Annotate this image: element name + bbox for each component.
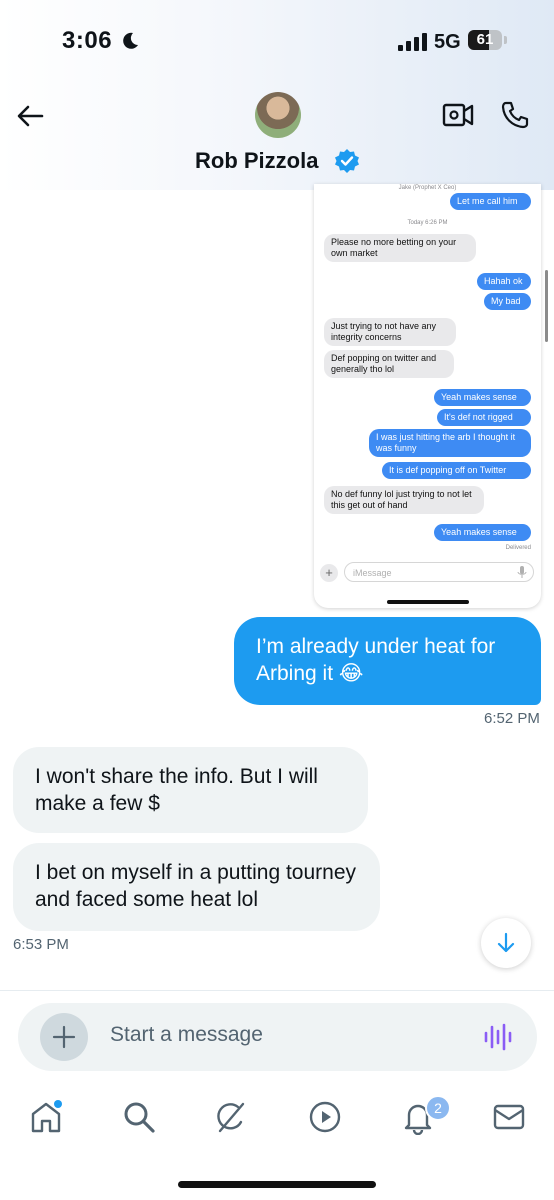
message-input[interactable]: Start a message [110,1023,263,1047]
message-timestamp: 6:52 PM [484,710,540,727]
voice-message-icon[interactable] [483,1023,513,1051]
arrow-down-icon [497,932,515,953]
message-outgoing[interactable]: I’m already under heat for Arbing it 😂 [234,617,541,705]
video-call-icon[interactable] [442,100,474,130]
shot-message-out: My bad [484,293,531,310]
battery-icon: 61 [468,30,508,52]
shot-message-in: No def funny lol just trying to not let … [324,486,484,514]
message-incoming[interactable]: I bet on myself in a putting tourney and… [13,843,380,931]
status-time: 3:06 [62,27,113,54]
status-bar: 3:06 5G 61 [0,0,554,80]
divider [0,990,554,991]
embedded-screenshot-image[interactable]: Jake (Prophet X Ceo) Let me call him Tod… [314,184,541,608]
shot-message-out: I was just hitting the arb I thought it … [369,429,531,457]
shot-message-out: It is def popping off on Twitter [382,462,531,479]
grok-icon[interactable] [213,1099,249,1135]
shot-home-indicator [387,600,469,604]
message-incoming[interactable]: I won't share the info. But I will make … [13,747,368,833]
shot-message-in: Def popping on twitter and generally tho… [324,350,454,378]
moon-icon [123,32,138,49]
avatar[interactable] [255,92,301,138]
message-composer: Start a message [18,1003,537,1071]
messages-icon[interactable] [491,1099,527,1135]
shot-compose-bar: + iMessage [320,562,535,584]
shot-delivered-label: Delivered [505,545,531,551]
shot-contact-label: Jake (Prophet X Ceo) [398,185,457,191]
battery-percent: 61 [476,31,494,48]
shot-plus-icon: + [320,564,338,582]
home-icon[interactable] [28,1099,64,1135]
plus-icon [52,1025,76,1049]
search-icon[interactable] [121,1099,157,1135]
scroll-to-bottom-button[interactable] [481,918,531,968]
shot-message-out: Hahah ok [477,273,531,290]
shot-message-out: Let me call him [450,193,531,210]
shot-mic-icon [517,566,527,578]
shot-message-out: Yeah makes sense [434,389,531,406]
conversation-header: Rob Pizzola [0,80,554,190]
shot-message-out: It's def not rigged [437,409,531,426]
phone-call-icon[interactable] [500,100,530,130]
message-timestamp: 6:53 PM [13,936,69,953]
video-icon[interactable] [307,1099,343,1135]
bottom-navigation: 2 [0,1085,554,1155]
shot-message-out: Yeah makes sense [434,524,531,541]
network-type: 5G [434,31,461,53]
shot-message-in: Just trying to not have any integrity co… [324,318,456,346]
shot-imessage-field: iMessage [344,562,534,582]
contact-name[interactable]: Rob Pizzola [195,148,318,174]
notification-count-badge: 2 [425,1095,451,1121]
shot-message-in: Please no more betting on your own marke… [324,234,476,262]
shot-date-label: Today 6:26 PM [407,220,448,226]
signal-icon [398,33,427,51]
verified-badge-icon [335,149,359,173]
shot-scrollbar [545,270,548,342]
add-media-button[interactable] [40,1013,88,1061]
back-arrow-icon[interactable] [14,100,46,132]
home-indicator [178,1181,376,1188]
